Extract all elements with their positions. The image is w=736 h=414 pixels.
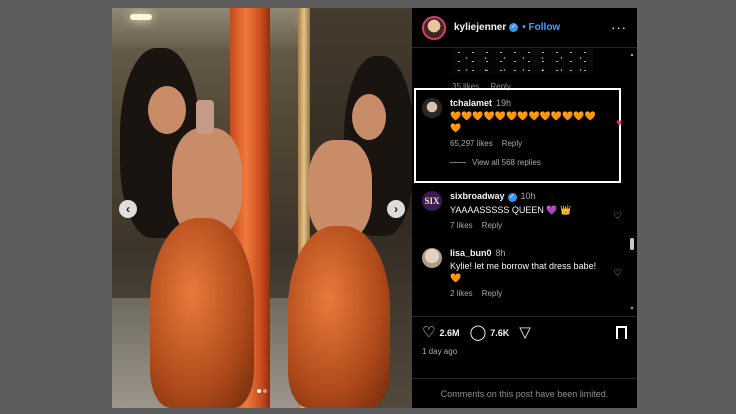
- previous-comment-image: [452, 48, 594, 74]
- like-count[interactable]: 2.6M: [439, 328, 459, 338]
- carousel-dots: [112, 380, 412, 398]
- verified-badge-icon: ✓: [509, 23, 519, 32]
- scroll-up-icon[interactable]: ▲: [629, 52, 635, 58]
- bookmark-icon[interactable]: [616, 326, 627, 344]
- comment-meta: 2 likes Reply: [450, 289, 622, 298]
- carousel-prev-button[interactable]: ‹: [119, 200, 137, 218]
- comment-text: YAAAASSSSS QUEEN 💜 👑: [450, 205, 572, 215]
- author-avatar[interactable]: [422, 15, 446, 40]
- comment: tchalamet 19h 🧡🧡🧡🧡🧡🧡🧡🧡🧡🧡🧡🧡🧡🧡 65,297 likes…: [422, 98, 622, 167]
- comment-count[interactable]: 7.6K: [490, 328, 509, 338]
- view-replies-label[interactable]: View all 568 replies: [472, 158, 541, 167]
- comment: SIX sixbroadway ✓ 10h YAAAASSSSS QUEEN 💜 👑…: [422, 191, 622, 230]
- commenter-avatar[interactable]: [422, 248, 442, 268]
- carousel-dot: [257, 389, 261, 393]
- verified-badge-icon: ✓: [507, 193, 517, 202]
- comments-limited-notice: Comments on this post have been limited.: [412, 378, 637, 408]
- comment-likes[interactable]: 65,297 likes: [450, 139, 493, 148]
- post-header: kyliejenner ✓ • Follow ···: [412, 8, 637, 48]
- post-modal: ‹ › kyliejenner ✓ • Follow ··· 35 likes …: [112, 8, 637, 408]
- figure-face: [148, 86, 186, 134]
- action-row: ♡ 2.6M ◯ 7.6K ▽: [422, 325, 627, 344]
- comments-scrollbar[interactable]: ▲ ▼: [629, 52, 635, 312]
- reflection-back: [308, 140, 372, 240]
- comment-body: tchalamet 19h 🧡🧡🧡🧡🧡🧡🧡🧡🧡🧡🧡🧡🧡🧡 65,297 likes…: [450, 98, 622, 167]
- comment-header: lisa_bun0 8h: [450, 248, 622, 258]
- post-actions: ♡ 2.6M ◯ 7.6K ▽ 1 day ago: [412, 316, 637, 378]
- like-heart-icon[interactable]: ♡: [422, 325, 435, 340]
- post-timestamp: 1 day ago: [422, 347, 458, 356]
- commenter-username[interactable]: lisa_bun0: [450, 248, 492, 258]
- share-send-icon[interactable]: ▽: [519, 325, 531, 340]
- post-photo[interactable]: ‹ ›: [112, 8, 412, 408]
- reflection-face: [352, 94, 386, 140]
- author-username[interactable]: kyliejenner: [454, 22, 506, 33]
- follow-label[interactable]: Follow: [529, 22, 561, 33]
- comment-time: 10h: [520, 191, 536, 201]
- more-options-icon[interactable]: ···: [611, 20, 627, 35]
- comment-like-heart-icon[interactable]: ♡: [613, 268, 622, 279]
- comment-bubble-icon[interactable]: ◯: [469, 325, 486, 340]
- comment-header: tchalamet 19h: [450, 98, 622, 108]
- commenter-username[interactable]: tchalamet: [450, 98, 492, 108]
- post-sidebar: kyliejenner ✓ • Follow ··· 35 likes Repl…: [412, 8, 637, 408]
- comment-body: lisa_bun0 8h Kylie! let me borrow that dr…: [450, 248, 622, 298]
- carousel-dot: [263, 389, 267, 393]
- comment-time: 19h: [496, 98, 512, 108]
- comment-body: sixbroadway ✓ 10h YAAAASSSSS QUEEN 💜 👑 7 l…: [450, 191, 622, 230]
- commenter-username[interactable]: sixbroadway: [450, 191, 505, 201]
- comment-meta: 7 likes Reply: [450, 221, 622, 230]
- replies-line: [450, 162, 466, 163]
- comment-likes[interactable]: 2 likes: [450, 289, 473, 298]
- comment-text: 🧡🧡🧡🧡🧡🧡🧡🧡🧡🧡🧡🧡🧡🧡: [450, 111, 596, 133]
- scroll-down-icon[interactable]: ▼: [629, 306, 635, 312]
- comment-text: Kylie! let me borrow that dress babe! 🧡: [450, 261, 597, 283]
- follow-button[interactable]: • Follow: [522, 22, 560, 33]
- comment-header: sixbroadway ✓ 10h: [450, 191, 622, 202]
- comments-list[interactable]: 35 likes Reply tchalamet 19h 🧡🧡🧡🧡🧡🧡🧡🧡🧡🧡🧡🧡…: [412, 48, 637, 316]
- view-replies-button[interactable]: View all 568 replies: [450, 158, 622, 167]
- comment-reply-button[interactable]: Reply: [502, 139, 522, 148]
- comment-time: 8h: [495, 248, 506, 258]
- ceiling-light: [130, 14, 152, 20]
- phone: [196, 100, 214, 134]
- commenter-avatar[interactable]: [422, 98, 442, 118]
- carousel-next-button[interactable]: ›: [387, 200, 405, 218]
- commenter-avatar[interactable]: SIX: [422, 191, 442, 211]
- comment-reply-button[interactable]: Reply: [482, 221, 502, 230]
- comment-like-heart-icon[interactable]: ♡: [613, 211, 622, 222]
- comment-meta: 65,297 likes Reply: [450, 139, 622, 148]
- comment-likes[interactable]: 7 likes: [450, 221, 473, 230]
- comment-reply-button[interactable]: Reply: [482, 289, 502, 298]
- scrollbar-thumb[interactable]: [630, 238, 634, 250]
- comment: lisa_bun0 8h Kylie! let me borrow that dr…: [422, 248, 622, 298]
- comment-like-heart-icon[interactable]: ♥: [616, 118, 622, 129]
